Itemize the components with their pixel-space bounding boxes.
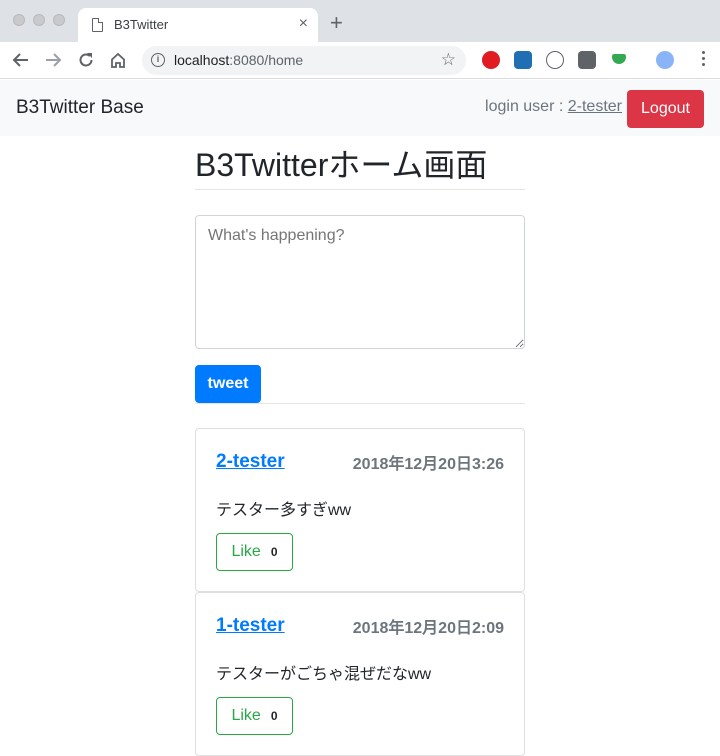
like-button[interactable]: Like 0 xyxy=(216,533,293,571)
profile-avatar-icon[interactable] xyxy=(656,51,674,69)
new-tab-button[interactable]: + xyxy=(330,12,343,34)
forward-icon[interactable] xyxy=(41,48,65,72)
app-navbar: B3Twitter Base login user : 2-tester Log… xyxy=(0,80,720,136)
tweet-user-link[interactable]: 2-tester xyxy=(216,451,285,473)
login-label: login user : xyxy=(485,98,568,115)
back-icon[interactable] xyxy=(9,48,33,72)
tweet-button[interactable]: tweet xyxy=(195,365,261,403)
browser-tab-bar: B3Twitter × + xyxy=(0,0,720,42)
extension-bulb-icon[interactable] xyxy=(578,51,596,69)
url-host: localhost xyxy=(174,52,230,68)
like-count: 0 xyxy=(270,545,278,559)
like-label: Like xyxy=(231,707,261,724)
tab-title: B3Twitter xyxy=(114,17,169,32)
document-icon xyxy=(92,18,103,32)
extension-red-swirl-icon[interactable] xyxy=(482,51,500,69)
info-icon[interactable]: i xyxy=(151,53,165,67)
tweet-card: 1-tester 2018年12月20日2:09 テスターがごちゃ混ぜだなww … xyxy=(195,592,525,756)
page-title: B3Twitterホーム画面 xyxy=(195,147,488,183)
browser-toolbar: i localhost:8080/home ☆ xyxy=(0,42,720,79)
like-count: 0 xyxy=(270,709,278,723)
address-bar[interactable]: i localhost:8080/home ☆ xyxy=(142,46,466,75)
tweet-date: 2018年12月20日3:26 xyxy=(352,456,504,473)
url-path: :8080/home xyxy=(229,52,304,68)
extension-m-icon[interactable] xyxy=(514,51,532,69)
home-icon[interactable] xyxy=(106,48,130,72)
tweet-date: 2018年12月20日2:09 xyxy=(352,620,504,637)
window-minimize-dot[interactable] xyxy=(33,14,45,26)
tweet-card: 2-tester 2018年12月20日3:26 テスター多すぎww Like … xyxy=(195,428,525,592)
extension-translate-icon[interactable] xyxy=(612,54,626,64)
browser-tab[interactable]: B3Twitter × xyxy=(78,8,318,42)
main-container: B3Twitterホーム画面 tweet 2-tester 2018年12月20… xyxy=(195,136,525,756)
navbar-brand[interactable]: B3Twitter Base xyxy=(16,97,144,119)
tweet-user-link[interactable]: 1-tester xyxy=(216,615,285,637)
bookmark-star-icon[interactable]: ☆ xyxy=(441,50,456,70)
extension-code-icon[interactable] xyxy=(546,51,564,69)
like-button[interactable]: Like 0 xyxy=(216,697,293,735)
url-text: localhost:8080/home xyxy=(174,52,303,68)
login-user-link[interactable]: 2-tester xyxy=(568,98,622,115)
logout-button[interactable]: Logout xyxy=(627,90,704,128)
like-label: Like xyxy=(231,543,261,560)
reload-icon[interactable] xyxy=(74,48,98,72)
compose-textarea[interactable] xyxy=(195,215,525,349)
window-zoom-dot[interactable] xyxy=(53,14,65,26)
browser-menu-icon[interactable] xyxy=(702,51,706,69)
tweet-text: テスター多すぎww xyxy=(216,502,352,519)
tab-close-icon[interactable]: × xyxy=(299,14,308,34)
divider xyxy=(195,189,525,190)
divider xyxy=(195,403,525,404)
login-status: login user : 2-tester xyxy=(485,98,622,116)
window-close-dot[interactable] xyxy=(13,14,25,26)
tweet-text: テスターがごちゃ混ぜだなww xyxy=(216,666,432,683)
